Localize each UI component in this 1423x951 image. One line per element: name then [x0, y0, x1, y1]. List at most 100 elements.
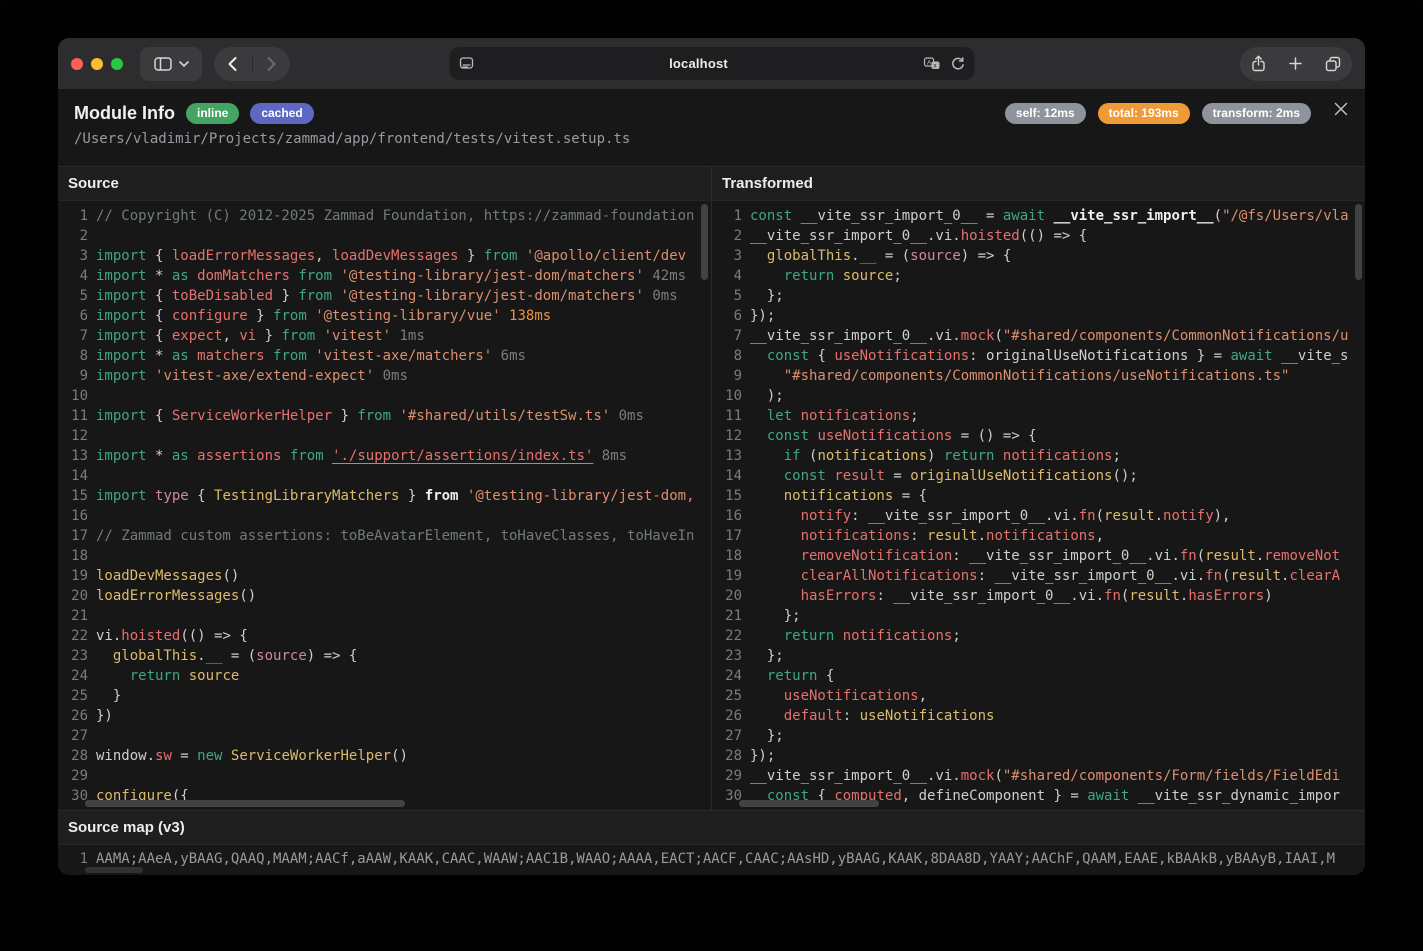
- code-token: }: [399, 486, 424, 506]
- line-number: 7: [58, 326, 88, 346]
- code-line: 11 let notifications;: [712, 406, 1365, 426]
- code-line: 6import { configure } from '@testing-lib…: [58, 306, 711, 326]
- code-token: import: [96, 326, 147, 346]
- code-token: : __vite_ssr_import_0__.vi.: [978, 566, 1206, 586]
- code-line: 20 hasErrors: __vite_ssr_import_0__.vi.f…: [712, 586, 1365, 606]
- traffic-lights: [71, 58, 123, 70]
- source-code-viewport[interactable]: 1// Copyright (C) 2012-2025 Zammad Found…: [58, 201, 711, 810]
- code-token: (: [994, 766, 1002, 786]
- code-token: hasErrors: [1188, 586, 1264, 606]
- code-token: [750, 526, 801, 546]
- code-token: [750, 426, 767, 446]
- line-number: 8: [58, 346, 88, 366]
- line-number: 16: [712, 506, 742, 526]
- code-token: .: [851, 246, 859, 266]
- share-icon[interactable]: [1251, 55, 1266, 72]
- code-token: notifications: [843, 626, 953, 646]
- traffic-light-close[interactable]: [71, 58, 83, 70]
- code-token: {: [817, 666, 834, 686]
- transformed-vertical-scrollbar[interactable]: [1355, 204, 1362, 280]
- forward-button[interactable]: [253, 47, 291, 81]
- code-token: (: [1197, 546, 1205, 566]
- chevron-down-icon: [179, 61, 189, 67]
- source-vertical-scrollbar[interactable]: [701, 204, 708, 280]
- line-number: 21: [58, 606, 88, 626]
- code-token: [189, 266, 197, 286]
- code-token: notifications: [801, 406, 911, 426]
- code-token: await: [1087, 786, 1129, 806]
- code-token: from: [273, 346, 307, 366]
- code-token: 138ms: [501, 306, 552, 326]
- line-number: 20: [58, 586, 88, 606]
- code-token: [750, 246, 767, 266]
- code-token: (: [1222, 566, 1230, 586]
- code-token: notifications: [784, 486, 894, 506]
- code-token: [315, 326, 323, 346]
- transformed-code-viewport[interactable]: 1const __vite_ssr_import_0__ = await __v…: [712, 201, 1365, 810]
- code-token: import: [96, 286, 147, 306]
- source-horizontal-scrollbar[interactable]: [85, 800, 405, 807]
- code-token: [391, 406, 399, 426]
- translate-icon[interactable]: A x: [923, 57, 940, 70]
- code-token: hoisted: [961, 226, 1020, 246]
- transformed-horizontal-scrollbar[interactable]: [739, 800, 879, 807]
- code-token: ;: [893, 266, 901, 286]
- code-token: }: [273, 286, 298, 306]
- code-token: ,: [919, 686, 927, 706]
- code-token: };: [750, 726, 784, 746]
- sourcemap-content[interactable]: 1AAMA;AAeA,yBAAG,QAAQ,MAAM;AACf,aAAW,KAA…: [58, 845, 1365, 875]
- page-icon[interactable]: [459, 57, 474, 70]
- code-token: {: [809, 346, 834, 366]
- code-token: .: [197, 646, 205, 666]
- code-line: 28window.sw = new ServiceWorkerHelper(): [58, 746, 711, 766]
- code-token: removeNot: [1264, 546, 1340, 566]
- line-number: 26: [712, 706, 742, 726]
- code-token: :: [843, 706, 860, 726]
- back-button[interactable]: [214, 47, 252, 81]
- reload-icon[interactable]: [950, 57, 964, 71]
- code-line: 18: [58, 546, 711, 566]
- code-line: 17// Zammad custom assertions: toBeAvata…: [58, 526, 711, 546]
- code-token: mock: [961, 766, 995, 786]
- code-line: 2: [58, 226, 711, 246]
- code-token: configure: [172, 306, 248, 326]
- sidebar-toggle-button[interactable]: [140, 47, 202, 81]
- line-number: 30: [712, 786, 742, 806]
- module-import-link[interactable]: './support/assertions/index.ts': [332, 446, 593, 466]
- code-token: fn: [1180, 546, 1197, 566]
- code-token: useNotifications: [860, 706, 995, 726]
- traffic-light-minimize[interactable]: [91, 58, 103, 70]
- code-line: 15import type { TestingLibraryMatchers }…: [58, 486, 711, 506]
- traffic-light-zoom[interactable]: [111, 58, 123, 70]
- code-line: 13 if (notifications) return notificatio…: [712, 446, 1365, 466]
- code-token: await: [1003, 206, 1045, 226]
- line-number: 21: [712, 606, 742, 626]
- sourcemap-title: Source map (v3): [58, 811, 1365, 845]
- code-token: __vite_ssr_import_0__.vi.: [750, 326, 961, 346]
- code-token: window.: [96, 746, 155, 766]
- code-token: import: [96, 266, 147, 286]
- code-token: domMatchers: [197, 266, 290, 286]
- code-token: from: [273, 306, 307, 326]
- svg-text:A: A: [927, 60, 932, 67]
- code-token: import: [96, 486, 147, 506]
- close-icon[interactable]: [1331, 99, 1351, 119]
- line-number: 5: [712, 286, 742, 306]
- code-token: [750, 506, 801, 526]
- tab-overview-icon[interactable]: [1325, 56, 1341, 72]
- sourcemap-horizontal-scrollbar[interactable]: [85, 867, 143, 873]
- line-number: 22: [712, 626, 742, 646]
- code-token: [222, 746, 230, 766]
- code-token: "#shared/components/CommonNotifications/…: [784, 366, 1290, 386]
- code-token: });: [750, 306, 775, 326]
- code-token: default: [784, 706, 843, 726]
- code-token: clearAllNotifications: [801, 566, 978, 586]
- code-token: {: [147, 326, 172, 346]
- code-token: [834, 626, 842, 646]
- code-line: 23 globalThis.__ = (source) => {: [58, 646, 711, 666]
- new-tab-icon[interactable]: [1289, 57, 1302, 70]
- address-bar[interactable]: localhost A x: [449, 47, 974, 80]
- code-line: 27 };: [712, 726, 1365, 746]
- line-number: 22: [58, 626, 88, 646]
- code-token: AAMA;AAeA,yBAAG,QAAQ,MAAM;AACf,aAAW,KAAK…: [96, 849, 1335, 869]
